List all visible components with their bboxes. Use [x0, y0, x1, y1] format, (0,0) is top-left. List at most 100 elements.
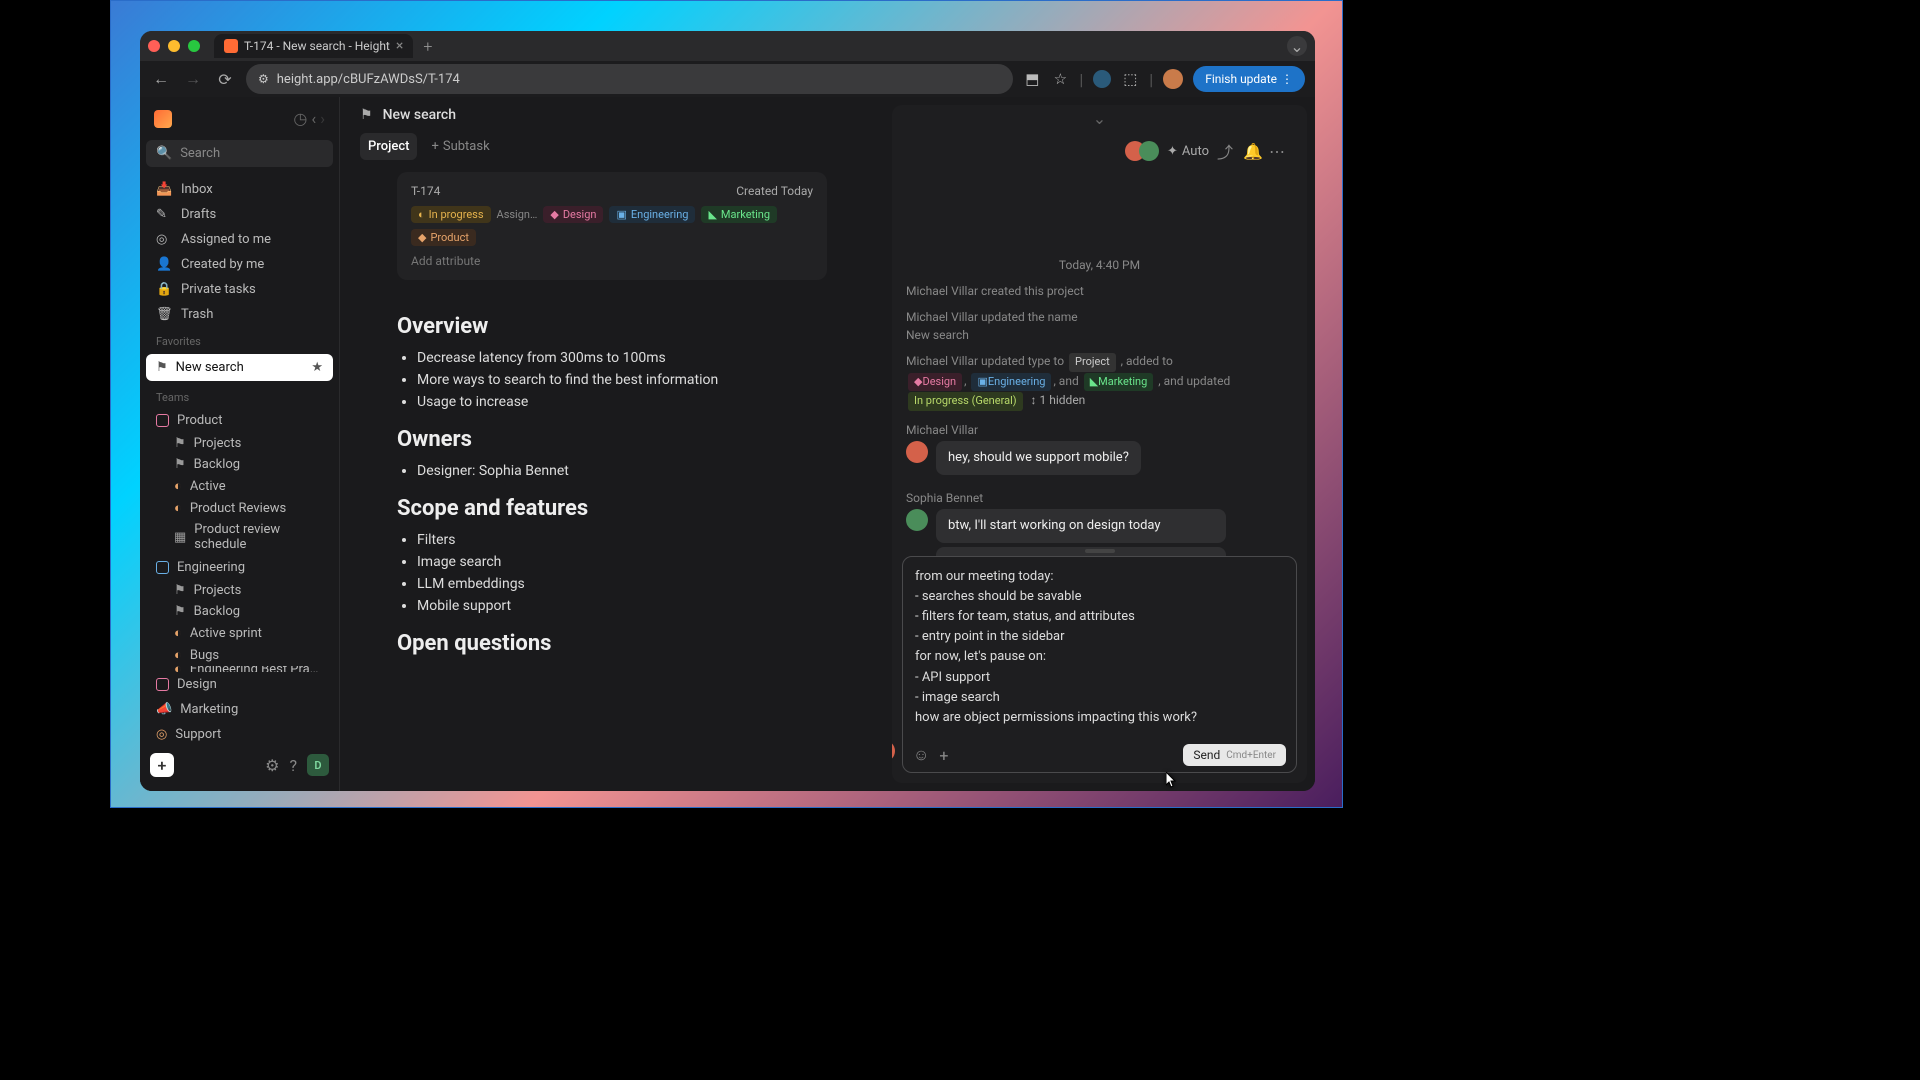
bell-icon[interactable]: 🔔 [1243, 142, 1261, 161]
create-button[interactable]: + [150, 753, 174, 777]
attach-icon[interactable]: + [939, 746, 948, 765]
flag-icon: ⚑ [174, 583, 186, 598]
activity-log: Michael Villar created this project [906, 282, 1293, 300]
log-project-pill: Project [1069, 353, 1116, 372]
minimize-window-icon[interactable] [168, 40, 180, 52]
user-avatar[interactable]: D [307, 754, 329, 776]
tag-marketing[interactable]: ◣Marketing [701, 206, 777, 223]
fullscreen-window-icon[interactable] [188, 40, 200, 52]
pencil-icon: ✎ [156, 207, 171, 222]
profile-avatar-icon[interactable] [1163, 69, 1183, 89]
sidebar-item-created[interactable]: 👤Created by me [146, 252, 333, 277]
hidden-count[interactable]: ↕ 1 hidden [1031, 393, 1086, 407]
nav-back-icon[interactable]: ‹ [311, 109, 316, 128]
history-icon[interactable]: ◷ [293, 109, 307, 128]
install-app-icon[interactable]: ⬒ [1023, 70, 1041, 88]
auto-toggle[interactable]: ✦Auto [1167, 144, 1209, 159]
circle-icon: ◐ [174, 500, 182, 516]
product-backlog[interactable]: ⚑Backlog [146, 454, 333, 475]
sparkle-icon: ✦ [1167, 144, 1178, 159]
heading-scope: Scope and features [397, 496, 827, 521]
assignee-button[interactable]: Assign… [497, 208, 538, 221]
product-review-schedule[interactable]: ▦Product review schedule [146, 519, 333, 555]
flag-icon: ⚑ [156, 360, 168, 375]
more-icon[interactable]: ⋯ [1269, 142, 1287, 161]
eng-projects[interactable]: ⚑Projects [146, 580, 333, 601]
tag-product[interactable]: ◆Product [411, 229, 476, 246]
settings-icon[interactable]: ⚙ [265, 756, 279, 775]
tag-engineering[interactable]: ▣Engineering [609, 206, 695, 223]
tag-design[interactable]: ◆Design [543, 206, 603, 223]
new-tab-button[interactable]: + [423, 37, 432, 56]
back-button[interactable]: ← [150, 68, 172, 90]
close-window-icon[interactable] [148, 40, 160, 52]
flag-icon: ⚑ [174, 457, 186, 472]
sidebar-item-assigned[interactable]: ◎Assigned to me [146, 227, 333, 252]
message-bubble[interactable]: hey, should we support mobile? [936, 441, 1141, 475]
chat-message: Michael Villar hey, should we support mo… [906, 423, 1293, 475]
composer-textarea[interactable]: from our meeting today: - searches shoul… [903, 557, 1296, 738]
search-icon: 🔍 [156, 146, 172, 161]
activity-log: Michael Villar updated type to Project ,… [906, 352, 1293, 411]
send-button[interactable]: Send Cmd+Enter [1183, 744, 1286, 766]
product-active[interactable]: ◐Active [146, 475, 333, 497]
eng-bugs[interactable]: ◐Bugs [146, 644, 333, 666]
scope-item: Filters [417, 529, 827, 551]
product-reviews[interactable]: ◐Product Reviews [146, 497, 333, 519]
collapse-handle-icon[interactable]: ⌄ [892, 105, 1307, 132]
search-input[interactable]: 🔍 Search [146, 140, 333, 167]
help-icon[interactable]: ? [289, 756, 297, 775]
favorite-new-search[interactable]: ⚑ New search ★ [146, 354, 333, 381]
workspace-logo-icon[interactable] [154, 110, 172, 128]
user-icon: 👤 [156, 257, 171, 272]
scope-item: Image search [417, 551, 827, 573]
composer-line: from our meeting today: [915, 567, 1284, 587]
status-pill[interactable]: ◐In progress [411, 206, 491, 223]
site-info-icon[interactable]: ⚙ [258, 72, 269, 86]
overview-item: More ways to search to find the best inf… [417, 369, 827, 391]
star-icon[interactable]: ★ [311, 360, 323, 375]
window-traffic-lights[interactable] [148, 40, 200, 52]
team-marketing[interactable]: 📣Marketing [146, 697, 333, 722]
team-engineering[interactable]: Engineering [146, 555, 333, 580]
drag-handle-icon[interactable] [1085, 549, 1115, 553]
tabs-menu-icon[interactable]: ⌄ [1287, 36, 1307, 56]
heading-owners: Owners [397, 427, 827, 452]
share-icon[interactable]: ⤴ [1217, 139, 1235, 163]
nav-fwd-icon[interactable]: › [320, 109, 325, 128]
url-input[interactable]: ⚙ height.app/cBUFzAWDsS/T-174 [246, 64, 1013, 94]
sidebar-item-inbox[interactable]: 📥Inbox [146, 177, 333, 202]
finish-update-button[interactable]: Finish update⋮ [1193, 66, 1305, 92]
eng-backlog[interactable]: ⚑Backlog [146, 601, 333, 622]
message-bubble[interactable]: btw, I'll start working on design today [936, 509, 1226, 543]
add-subtask-button[interactable]: +Subtask [431, 139, 489, 154]
sidebar-item-trash[interactable]: 🗑Trash [146, 302, 333, 327]
chat-composer[interactable]: from our meeting today: - searches shoul… [902, 556, 1297, 773]
product-projects[interactable]: ⚑Projects [146, 433, 333, 454]
eng-active-sprint[interactable]: ◐Active sprint [146, 622, 333, 644]
document-body[interactable]: Overview Decrease latency from 300ms to … [397, 300, 827, 664]
extension-icon[interactable] [1093, 70, 1111, 88]
message-bubble[interactable]: also, just discussed with the team, and … [936, 547, 1226, 556]
emoji-icon[interactable]: ☺ [913, 745, 929, 765]
close-tab-icon[interactable]: × [396, 38, 403, 54]
collaborator-avatar-icon[interactable] [1139, 141, 1159, 161]
tab-project[interactable]: Project [360, 133, 417, 160]
forward-button[interactable]: → [182, 68, 204, 90]
team-product[interactable]: Product [146, 408, 333, 433]
message-author: Michael Villar [906, 423, 1293, 437]
team-support[interactable]: ◎Support [146, 722, 333, 747]
scope-item: LLM embeddings [417, 573, 827, 595]
reload-button[interactable]: ⟳ [214, 68, 236, 90]
megaphone-icon: 📣 [156, 702, 172, 717]
browser-tab[interactable]: T-174 - New search - Height × [214, 34, 413, 58]
team-design[interactable]: Design [146, 672, 333, 697]
sidebar-item-drafts[interactable]: ✎Drafts [146, 202, 333, 227]
add-attribute-button[interactable]: Add attribute [411, 254, 813, 268]
sidebar-item-private[interactable]: 🔒Private tasks [146, 277, 333, 302]
app-root: ◷ ‹ › 🔍 Search 📥Inbox ✎Drafts ◎Assigned … [140, 97, 1315, 791]
log-status-pill: In progress (General) [908, 392, 1023, 411]
bookmark-star-icon[interactable]: ☆ [1051, 70, 1069, 88]
extensions-icon[interactable]: ⬚ [1121, 70, 1139, 88]
task-meta-card: T-174 Created Today ◐In progress Assign…… [397, 172, 827, 280]
